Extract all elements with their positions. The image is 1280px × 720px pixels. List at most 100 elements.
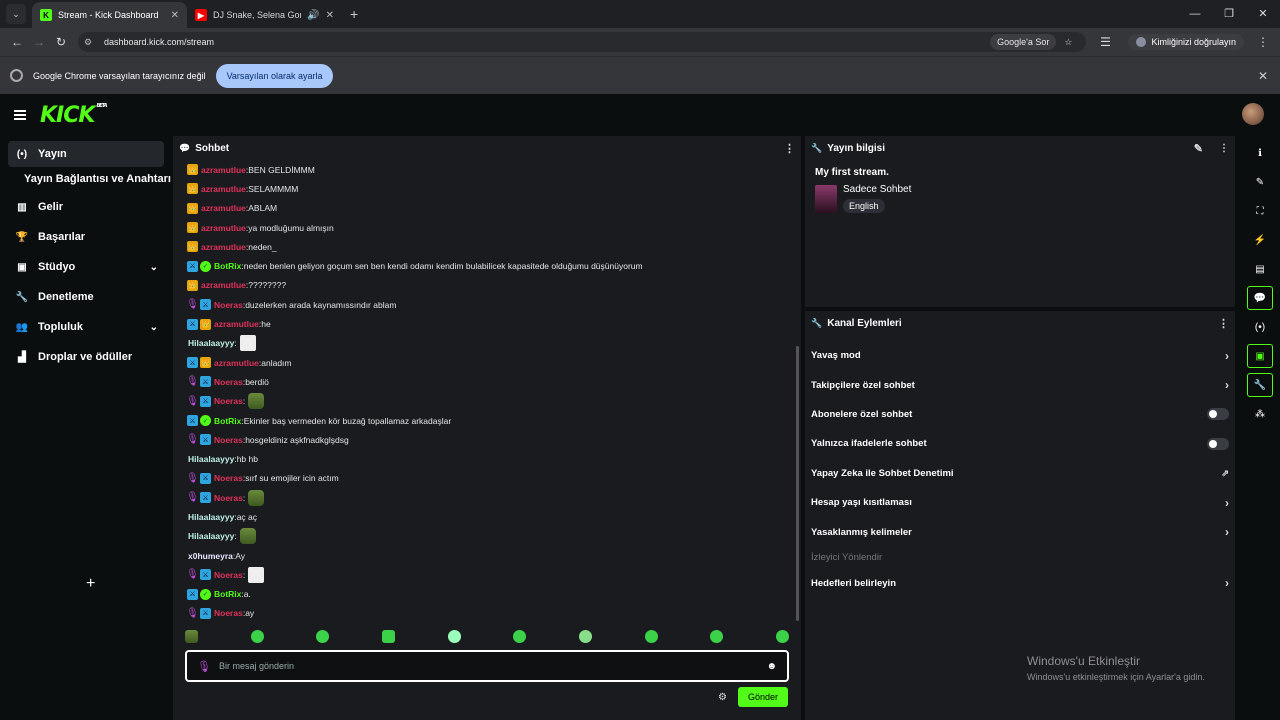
- emote-icon[interactable]: [250, 630, 264, 643]
- menu-icon[interactable]: [14, 108, 26, 122]
- sidebar-item-denetleme[interactable]: 🔧 Denetleme: [8, 284, 164, 310]
- chat-username[interactable]: Hilaalaayyy: [188, 454, 234, 464]
- emote-icon[interactable]: [578, 630, 592, 643]
- chevron-down-icon[interactable]: ⌄: [150, 262, 158, 273]
- ai-moderation-item[interactable]: Yapay Zeka ile Sohbet Denetimi ⇗: [805, 459, 1235, 488]
- chat-username[interactable]: Hilaalaayyy: [188, 512, 234, 522]
- chevron-down-icon[interactable]: ⌄: [150, 322, 158, 333]
- minimize-button[interactable]: —: [1178, 0, 1212, 28]
- chat-username[interactable]: x0humeyra: [188, 551, 233, 561]
- send-button[interactable]: Gönder: [738, 687, 788, 707]
- account-age-item[interactable]: Hesap yaşı kısıtlaması ›: [805, 488, 1235, 517]
- chat-username[interactable]: Noeras: [214, 608, 243, 618]
- panel-menu-icon[interactable]: ⋮: [1219, 143, 1229, 154]
- site-info-icon[interactable]: ⚙: [84, 37, 98, 48]
- edit-icon[interactable]: ✎: [1247, 170, 1273, 194]
- edit-pencil-icon[interactable]: ✎: [1194, 142, 1203, 155]
- back-button[interactable]: ←: [6, 35, 28, 49]
- sidebar-item-droplar[interactable]: ▟ Droplar ve ödüller: [8, 344, 164, 370]
- list-icon[interactable]: ▤: [1247, 257, 1273, 281]
- close-tab-icon[interactable]: ✕: [326, 10, 334, 21]
- chat-username[interactable]: azramutlue: [201, 223, 246, 233]
- chat-emote-icon[interactable]: [239, 335, 256, 352]
- layout-toggle-icon[interactable]: ▣: [1247, 344, 1273, 368]
- close-window-button[interactable]: ✕: [1246, 0, 1280, 28]
- set-default-button[interactable]: Varsayılan olarak ayarla: [215, 63, 334, 88]
- emote-icon[interactable]: [775, 630, 789, 643]
- chat-username[interactable]: Hilaalaayyy: [188, 338, 234, 348]
- chat-menu-icon[interactable]: ⋮: [784, 142, 795, 155]
- banned-words-item[interactable]: Yasaklanmış kelimeler ›: [805, 517, 1235, 546]
- emoji-picker-icon[interactable]: ☻: [766, 661, 777, 672]
- chat-username[interactable]: Noeras: [214, 570, 243, 580]
- chat-username[interactable]: BotRix: [214, 589, 241, 599]
- fullscreen-icon[interactable]: ⛶: [1247, 199, 1273, 223]
- chat-settings-gear-icon[interactable]: ⚙: [718, 692, 727, 703]
- sidebar-item-yayin[interactable]: (•) Yayın: [8, 141, 164, 167]
- sidebar-item-topluluk[interactable]: 👥 Topluluk ⌄: [8, 314, 164, 340]
- chat-username[interactable]: azramutlue: [201, 184, 246, 194]
- chat-username[interactable]: azramutlue: [201, 242, 246, 252]
- lightning-icon[interactable]: ⚡: [1247, 228, 1273, 252]
- emote-icon[interactable]: [185, 630, 198, 643]
- sidebar-item-stream-key[interactable]: Yayın Bağlantısı ve Anahtarı: [0, 168, 172, 190]
- chat-emote-icon[interactable]: [239, 528, 256, 545]
- reading-list-icon[interactable]: ☰: [1094, 35, 1116, 49]
- followers-only-item[interactable]: Takipçilere özel sohbet ›: [805, 370, 1235, 399]
- emotes-only-toggle[interactable]: [1207, 437, 1229, 450]
- reload-button[interactable]: ↻: [50, 35, 72, 49]
- new-tab-button[interactable]: +: [350, 6, 358, 22]
- sidebar-item-gelir[interactable]: ▥ Gelir: [8, 194, 164, 220]
- chat-username[interactable]: azramutlue: [201, 280, 246, 290]
- chat-scrollbar[interactable]: [796, 346, 799, 621]
- forward-button[interactable]: →: [28, 35, 50, 49]
- chat-username[interactable]: BotRix: [214, 261, 241, 271]
- close-infobar-icon[interactable]: ✕: [1258, 69, 1268, 83]
- tab-youtube[interactable]: ▶ DJ Snake, Selena Gomez, O... 🔊 ✕: [187, 2, 342, 28]
- community-toggle-icon[interactable]: ⁂: [1247, 402, 1273, 426]
- emote-icon[interactable]: [644, 630, 658, 643]
- chat-username[interactable]: azramutlue: [214, 319, 259, 329]
- sidebar-item-studyo[interactable]: ▣ Stüdyo ⌄: [8, 254, 164, 280]
- chat-username[interactable]: Noeras: [214, 473, 243, 483]
- emote-icon[interactable]: [447, 630, 461, 643]
- speaker-icon[interactable]: 🔊: [307, 10, 319, 21]
- bookmark-star-icon[interactable]: ☆: [1064, 37, 1072, 48]
- chat-toggle-icon[interactable]: 💬: [1247, 286, 1273, 310]
- set-goals-item[interactable]: Hedefleri belirleyin ›: [805, 569, 1235, 598]
- slow-mode-item[interactable]: Yavaş mod ›: [805, 341, 1235, 370]
- verify-identity-button[interactable]: Kimliğinizi doğrulayın: [1128, 34, 1244, 50]
- chat-emote-icon[interactable]: [248, 393, 265, 410]
- emote-icon[interactable]: [381, 630, 395, 643]
- broadcast-toggle-icon[interactable]: (•): [1247, 315, 1273, 339]
- chat-username[interactable]: Noeras: [214, 377, 243, 387]
- url-bar[interactable]: ⚙ dashboard.kick.com/stream Google'a Sor…: [78, 32, 1087, 52]
- panel-menu-icon[interactable]: ⋮: [1218, 317, 1229, 330]
- chat-username[interactable]: Noeras: [214, 435, 243, 445]
- browser-menu-icon[interactable]: ⋮: [1252, 35, 1274, 49]
- wrench-toggle-icon[interactable]: 🔧: [1247, 373, 1273, 397]
- chat-username[interactable]: Noeras: [214, 493, 243, 503]
- chat-emote-icon[interactable]: [248, 489, 265, 506]
- tab-search-button[interactable]: ⌄: [6, 4, 26, 24]
- tab-kick-dashboard[interactable]: K Stream - Kick Dashboard ✕: [32, 2, 187, 28]
- maximize-button[interactable]: ❐: [1212, 0, 1246, 28]
- user-avatar[interactable]: [1242, 103, 1264, 125]
- chat-username[interactable]: Hilaalaayyy: [188, 531, 234, 541]
- chat-username[interactable]: Noeras: [214, 396, 243, 406]
- sidebar-item-basarilar[interactable]: 🏆 Başarılar: [8, 224, 164, 250]
- chat-username[interactable]: BotRix: [214, 416, 241, 426]
- chat-emote-icon[interactable]: [248, 566, 265, 583]
- close-tab-icon[interactable]: ✕: [171, 10, 179, 21]
- emote-icon[interactable]: [710, 630, 724, 643]
- chat-input[interactable]: 🎙 Bir mesaj gönderin ☻: [185, 650, 789, 682]
- chat-username[interactable]: azramutlue: [201, 165, 246, 175]
- kick-logo[interactable]: KICK BETA: [40, 103, 108, 128]
- emote-icon[interactable]: [316, 630, 330, 643]
- chat-username[interactable]: azramutlue: [201, 203, 246, 213]
- chat-username[interactable]: Noeras: [214, 300, 243, 310]
- google-sor-button[interactable]: Google'a Sor: [990, 34, 1057, 50]
- subscribers-only-toggle[interactable]: [1207, 408, 1229, 421]
- info-icon[interactable]: ℹ: [1247, 141, 1273, 165]
- chat-username[interactable]: azramutlue: [214, 358, 259, 368]
